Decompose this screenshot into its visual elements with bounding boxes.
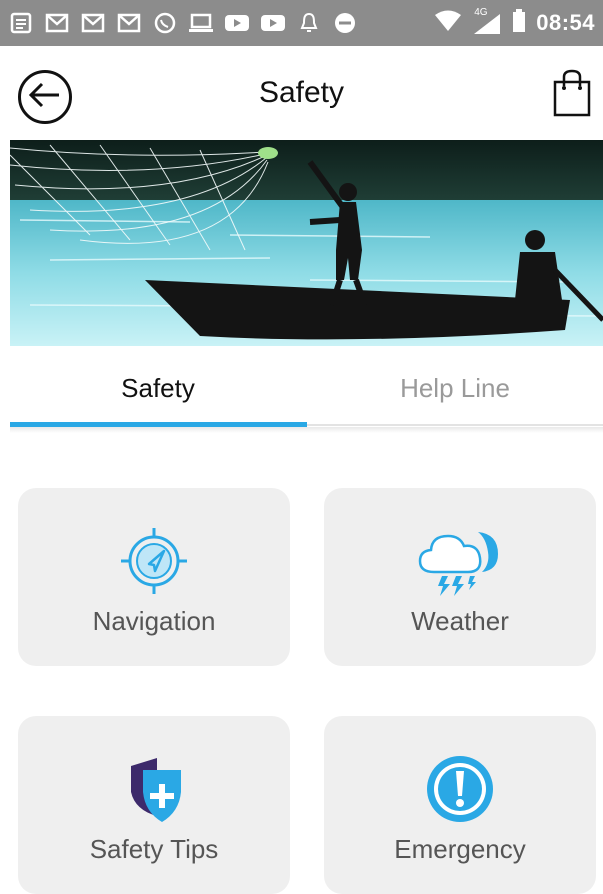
shield-plus-icon bbox=[18, 752, 290, 822]
navigation-card[interactable]: Navigation bbox=[18, 488, 290, 666]
shopping-bag-button[interactable] bbox=[551, 68, 593, 118]
shopping-bag-icon bbox=[551, 69, 593, 122]
weather-card[interactable]: Weather bbox=[324, 488, 596, 666]
bell-icon bbox=[296, 11, 322, 35]
notification-icons bbox=[8, 11, 434, 35]
network-type: 4G bbox=[474, 7, 488, 18]
notes-icon bbox=[8, 11, 34, 35]
status-indicators: 4G 08:54 bbox=[434, 7, 595, 38]
wifi-icon bbox=[434, 10, 462, 37]
whatsapp-icon bbox=[152, 11, 178, 35]
gmail-icon bbox=[80, 11, 106, 35]
card-label: Navigation bbox=[92, 606, 216, 636]
storm-cloud-icon bbox=[324, 524, 596, 596]
card-label: Emergency bbox=[394, 834, 526, 864]
do-not-disturb-icon bbox=[332, 11, 358, 35]
signal-icon: 4G bbox=[472, 7, 502, 36]
page-title: Safety bbox=[258, 76, 345, 109]
compass-icon bbox=[18, 524, 290, 594]
tab-label: Safety bbox=[121, 372, 195, 403]
card-label: Safety Tips bbox=[89, 834, 219, 864]
tab-label: Help Line bbox=[400, 372, 510, 403]
safety-tips-card[interactable]: Safety Tips bbox=[18, 716, 290, 894]
battery-icon bbox=[512, 8, 526, 38]
app-bar: Safety bbox=[0, 46, 603, 140]
emergency-card[interactable]: Emergency bbox=[324, 716, 596, 894]
tab-safety[interactable]: Safety bbox=[10, 346, 306, 430]
exclamation-icon bbox=[324, 752, 596, 822]
hero-banner-image bbox=[10, 140, 603, 346]
tab-shadow bbox=[10, 427, 603, 433]
youtube-icon bbox=[224, 11, 250, 35]
tab-help-line[interactable]: Help Line bbox=[307, 346, 603, 430]
status-bar: 4G 08:54 bbox=[0, 0, 603, 46]
gmail-icon bbox=[116, 11, 142, 35]
clock: 08:54 bbox=[536, 10, 595, 35]
tab-bar: Safety Help Line bbox=[10, 346, 603, 430]
youtube-icon bbox=[260, 11, 286, 35]
laptop-icon bbox=[188, 11, 214, 35]
gmail-icon bbox=[44, 11, 70, 35]
card-label: Weather bbox=[411, 606, 509, 636]
